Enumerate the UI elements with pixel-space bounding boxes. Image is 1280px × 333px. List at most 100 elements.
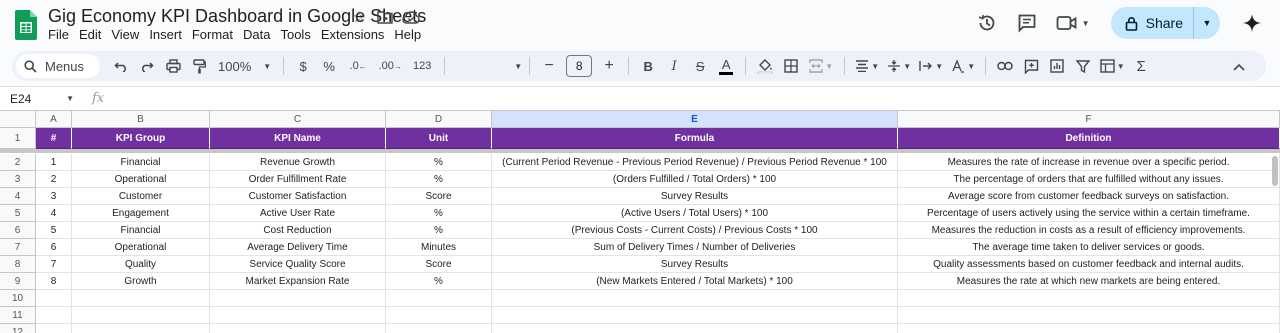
table-cell[interactable]: (Orders Fulfilled / Total Orders) * 100 (492, 171, 898, 188)
table-cell[interactable]: 8 (36, 273, 72, 290)
table-cell[interactable]: % (386, 222, 492, 239)
menu-help[interactable]: Help (394, 27, 427, 42)
menu-format[interactable]: Format (192, 27, 239, 42)
name-box[interactable]: E24 ▼ (0, 92, 80, 106)
menu-insert[interactable]: Insert (149, 27, 188, 42)
menu-file[interactable]: File (48, 27, 75, 42)
vertical-align-icon[interactable]: ▼ (884, 54, 914, 78)
horizontal-align-icon[interactable]: ▼ (852, 54, 882, 78)
text-wrapping-icon[interactable]: ▼ (916, 54, 946, 78)
insert-comment-icon[interactable] (1019, 54, 1043, 78)
row-header-12[interactable]: 12 (0, 324, 36, 333)
table-cell[interactable]: 4 (36, 205, 72, 222)
empty-cell[interactable] (72, 324, 210, 333)
insert-link-icon[interactable] (993, 54, 1017, 78)
fill-color-icon[interactable] (753, 54, 777, 78)
table-cell[interactable]: Survey Results (492, 256, 898, 273)
decrease-decimal-button[interactable]: .0 ← (343, 54, 373, 78)
header-cell[interactable]: Unit (386, 128, 492, 149)
table-cell[interactable]: Operational (72, 239, 210, 256)
vertical-scrollbar[interactable] (1272, 156, 1278, 186)
table-cell[interactable]: Active User Rate (210, 205, 386, 222)
empty-cell[interactable] (492, 307, 898, 324)
table-cell[interactable]: % (386, 154, 492, 171)
table-cell[interactable]: 3 (36, 188, 72, 205)
table-cell[interactable]: Survey Results (492, 188, 898, 205)
collapse-toolbar-icon[interactable] (1227, 55, 1251, 79)
empty-cell[interactable] (386, 290, 492, 307)
menus-search-button[interactable]: Menus (16, 54, 100, 78)
table-cell[interactable]: Financial (72, 154, 210, 171)
font-family-select[interactable]: ▼ (452, 54, 522, 78)
row-header-10[interactable]: 10 (0, 290, 36, 307)
table-cell[interactable]: 2 (36, 171, 72, 188)
table-cell[interactable]: Quality assessments based on customer fe… (898, 256, 1280, 273)
empty-cell[interactable] (210, 290, 386, 307)
row-header-9[interactable]: 9 (0, 273, 36, 290)
table-cell[interactable]: (New Markets Entered / Total Markets) * … (492, 273, 898, 290)
percent-format-button[interactable]: % (317, 54, 341, 78)
row-header-1[interactable]: 1 (0, 128, 36, 149)
table-cell[interactable]: Engagement (72, 205, 210, 222)
column-header-f[interactable]: F (898, 111, 1280, 128)
currency-format-button[interactable]: $ (291, 54, 315, 78)
row-header-2[interactable]: 2 (0, 154, 36, 171)
table-cell[interactable]: (Current Period Revenue - Previous Perio… (492, 154, 898, 171)
table-cell[interactable]: Financial (72, 222, 210, 239)
merge-cells-icon[interactable]: ▼ (805, 54, 837, 78)
empty-cell[interactable] (492, 324, 898, 333)
column-header-b[interactable]: B (72, 111, 210, 128)
table-cell[interactable]: % (386, 171, 492, 188)
spreadsheet-grid[interactable]: A B C D E F 1 2 3 4 5 6 7 8 9 10 11 12 # KPI Group KPI Name U… (0, 110, 1280, 333)
borders-icon[interactable] (779, 54, 803, 78)
table-cell[interactable]: Measures the rate at which new markets a… (898, 273, 1280, 290)
row-header-6[interactable]: 6 (0, 222, 36, 239)
row-header-7[interactable]: 7 (0, 239, 36, 256)
font-size-input[interactable]: 8 (566, 55, 593, 77)
table-cell[interactable]: Customer Satisfaction (210, 188, 386, 205)
menu-extensions[interactable]: Extensions (321, 27, 391, 42)
redo-icon[interactable] (135, 54, 159, 78)
formula-input[interactable] (114, 89, 1280, 109)
table-cell[interactable]: % (386, 273, 492, 290)
table-cell[interactable]: The average time taken to deliver servic… (898, 239, 1280, 256)
column-header-d[interactable]: D (386, 111, 492, 128)
menu-view[interactable]: View (111, 27, 145, 42)
zoom-select[interactable]: 100% ▼ (212, 59, 277, 74)
empty-cell[interactable] (36, 324, 72, 333)
table-cell[interactable]: (Active Users / Total Users) * 100 (492, 205, 898, 222)
version-history-icon[interactable] (973, 9, 1001, 37)
undo-icon[interactable] (109, 54, 133, 78)
empty-cell[interactable] (386, 324, 492, 333)
table-cell[interactable]: Quality (72, 256, 210, 273)
table-cell[interactable]: Service Quality Score (210, 256, 386, 273)
select-all-corner[interactable] (0, 111, 36, 128)
empty-cell[interactable] (386, 307, 492, 324)
text-color-icon[interactable]: A (714, 54, 738, 78)
table-cell[interactable]: Sum of Delivery Times / Number of Delive… (492, 239, 898, 256)
header-cell[interactable]: KPI Group (72, 128, 210, 149)
header-cell[interactable]: Formula (492, 128, 898, 149)
table-cell[interactable]: Customer (72, 188, 210, 205)
meet-video-icon[interactable]: ▼ (1053, 9, 1093, 37)
insert-chart-icon[interactable] (1045, 54, 1069, 78)
header-cell[interactable]: KPI Name (210, 128, 386, 149)
table-cell[interactable]: Measures the rate of increase in revenue… (898, 154, 1280, 171)
functions-icon[interactable]: Σ (1129, 54, 1153, 78)
header-cell[interactable]: Definition (898, 128, 1280, 149)
empty-cell[interactable] (898, 324, 1280, 333)
empty-cell[interactable] (36, 307, 72, 324)
text-rotation-icon[interactable]: ▼ (948, 54, 978, 78)
empty-cell[interactable] (210, 307, 386, 324)
table-cell[interactable]: Operational (72, 171, 210, 188)
table-cell[interactable]: % (386, 205, 492, 222)
row-header-3[interactable]: 3 (0, 171, 36, 188)
row-header-4[interactable]: 4 (0, 188, 36, 205)
paint-format-icon[interactable] (187, 54, 211, 78)
comments-icon[interactable] (1013, 9, 1041, 37)
menu-edit[interactable]: Edit (79, 27, 107, 42)
bold-icon[interactable]: B (636, 54, 660, 78)
table-cell[interactable]: Minutes (386, 239, 492, 256)
table-cell[interactable]: Score (386, 256, 492, 273)
share-button[interactable]: Share (1111, 7, 1194, 39)
